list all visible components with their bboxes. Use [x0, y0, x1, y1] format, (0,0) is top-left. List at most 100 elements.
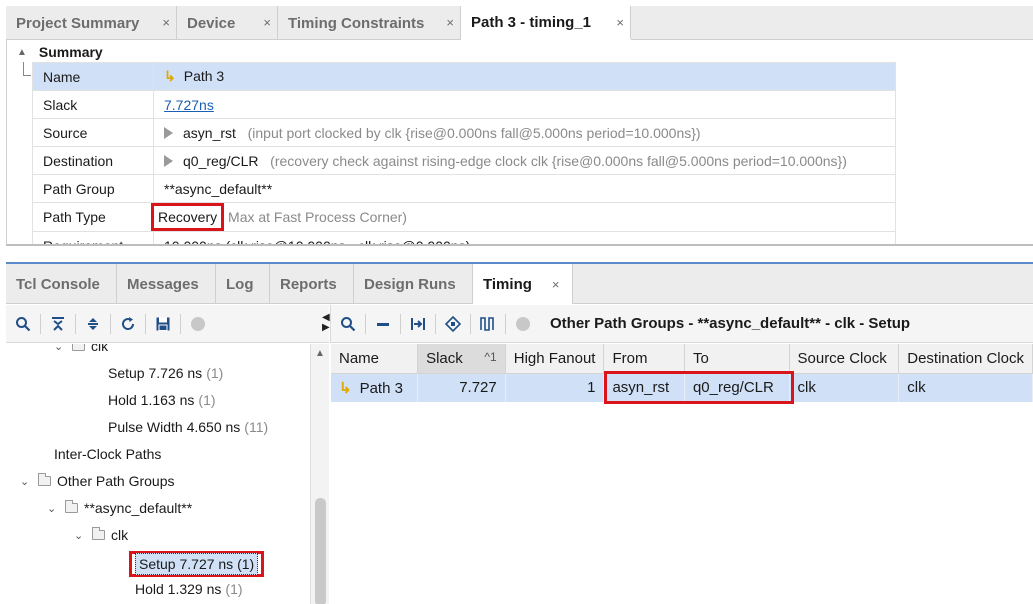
header-label: Slack	[426, 349, 463, 367]
tab-label: Timing	[483, 275, 532, 293]
results-title: Other Path Groups - **async_default** - …	[550, 315, 911, 332]
summary-row-name[interactable]: Name ↳ Path 3	[32, 62, 896, 91]
source-port[interactable]: asyn_rst	[183, 125, 236, 141]
tree-label: Hold 1.163 ns	[108, 392, 195, 408]
cell-slack: 7.727	[417, 373, 506, 402]
tab-messages[interactable]: Messages	[117, 264, 216, 304]
tab-log[interactable]: Log	[216, 264, 270, 304]
chevron-down-icon[interactable]: ⌄	[47, 502, 61, 515]
summary-value: **async_default**	[153, 174, 896, 203]
bottom-panel: Tcl Console Messages Log Reports Design …	[6, 262, 1033, 604]
tree-node-inter-clock[interactable]: Inter-Clock Paths	[54, 441, 161, 467]
tab-timing[interactable]: Timing ×	[473, 264, 573, 304]
slack-link[interactable]: 7.727ns	[164, 97, 214, 113]
tree-node-setup-selected[interactable]: Setup 7.727 ns (1)	[129, 549, 265, 579]
selection-annotation: Setup 7.727 ns (1)	[129, 551, 265, 577]
tree-node-pulse-width[interactable]: Pulse Width 4.650 ns (11)	[108, 414, 268, 440]
cell-source-clock: clk	[789, 373, 900, 402]
chevron-down-icon[interactable]: ⌄	[20, 475, 34, 488]
column-header-name[interactable]: Name	[331, 344, 419, 374]
tree-node-setup[interactable]: Setup 7.726 ns (1)	[108, 360, 223, 386]
tree-node-hold-async[interactable]: Hold 1.329 ns (1)	[135, 576, 243, 602]
tree-node-hold[interactable]: Hold 1.163 ns (1)	[108, 387, 216, 413]
stop-icon[interactable]	[506, 309, 540, 339]
column-header-high-fanout[interactable]: High Fanout	[505, 344, 605, 374]
tree-label: Pulse Width 4.650 ns	[108, 419, 241, 435]
close-icon[interactable]: ×	[162, 15, 170, 30]
path-type-value: Recovery	[158, 209, 218, 225]
summary-key: Requirement	[32, 231, 154, 244]
folder-icon	[38, 473, 51, 486]
cell-name: ↳ Path 3	[331, 373, 419, 402]
summary-value: Recovery Max at Fast Process Corner)	[151, 202, 896, 232]
column-header-from[interactable]: From	[603, 344, 685, 374]
tab-device[interactable]: Device ×	[177, 6, 278, 40]
close-icon[interactable]: ×	[446, 15, 454, 30]
scrollbar-thumb[interactable]	[315, 498, 326, 604]
schematic-icon[interactable]	[436, 309, 470, 339]
collapse-triangle-icon[interactable]: ▲	[17, 47, 27, 58]
cell-high-fanout: 1	[505, 373, 605, 402]
close-icon[interactable]: ×	[552, 277, 560, 292]
chevron-down-icon[interactable]: ⌄	[74, 529, 88, 542]
tab-path-3-timing[interactable]: Path 3 - timing_1 ×	[461, 6, 631, 40]
tab-reports[interactable]: Reports	[270, 264, 354, 304]
tree-label: clk	[111, 527, 129, 543]
tab-tcl-console[interactable]: Tcl Console	[6, 264, 117, 304]
tab-timing-constraints[interactable]: Timing Constraints ×	[278, 6, 461, 40]
tree-scrollbar[interactable]: ▲	[310, 344, 329, 604]
path-type-highlight: Recovery	[151, 203, 225, 231]
close-icon[interactable]: ×	[263, 15, 271, 30]
refresh-icon[interactable]	[111, 309, 145, 339]
minus-icon[interactable]	[366, 309, 400, 339]
column-header-slack[interactable]: Slack ^1	[417, 344, 506, 374]
cell-to: q0_reg/CLR	[684, 373, 790, 402]
summary-key: Slack	[32, 90, 154, 119]
summary-row-source: Source asyn_rst (input port clocked by c…	[32, 118, 896, 147]
tree-label: Hold 1.329 ns	[135, 581, 222, 597]
summary-value: 7.727ns	[153, 90, 896, 119]
column-header-to[interactable]: To	[684, 344, 790, 374]
tree-label: Setup 7.726 ns	[108, 365, 203, 381]
tab-design-runs[interactable]: Design Runs	[354, 264, 473, 304]
tree-label: **async_default**	[84, 500, 193, 516]
timing-tree: ⌄ clk Setup 7.726 ns (1) Hold 1.163 ns (1) …	[6, 344, 310, 604]
table-row[interactable]: ↳ Path 3 7.727 1 asyn_rst q0_reg/CLR clk …	[331, 373, 1033, 402]
panel-collapse-icon[interactable]: ◀ ▶	[322, 313, 330, 333]
waveform-icon[interactable]	[471, 309, 505, 339]
summary-row-destination: Destination q0_reg/CLR (recovery check a…	[32, 146, 896, 175]
cell-text: Path 3	[359, 379, 403, 397]
path-arrow-icon: ↳	[164, 68, 176, 84]
expand-all-icon[interactable]	[76, 309, 110, 339]
collapse-all-icon[interactable]	[41, 309, 75, 339]
cell-destination-clock: clk	[898, 373, 1033, 402]
summary-row-path-type: Path Type Recovery Max at Fast Process C…	[32, 202, 896, 232]
stop-icon[interactable]	[181, 309, 215, 339]
summary-key: Path Type	[32, 202, 154, 232]
table-header-row: Name Slack ^1 High Fanout From To Source …	[331, 344, 1033, 374]
tree-node-async-default[interactable]: ⌄ **async_default**	[47, 495, 192, 521]
tree-node-clk-async[interactable]: ⌄ clk	[74, 522, 128, 548]
tab-project-summary[interactable]: Project Summary ×	[6, 6, 177, 40]
summary-section-header[interactable]: ▲ Summary	[17, 44, 103, 60]
tab-label: Path 3 - timing_1	[471, 13, 592, 31]
folder-icon	[65, 500, 78, 513]
editor-tab-bar: Project Summary × Device × Timing Constr…	[6, 6, 1033, 40]
chevron-down-icon[interactable]: ⌄	[54, 344, 68, 353]
scroll-up-icon[interactable]: ▲	[315, 348, 325, 359]
close-icon[interactable]: ×	[616, 15, 624, 30]
save-icon[interactable]	[146, 309, 180, 339]
tree-label: Other Path Groups	[57, 473, 175, 489]
search-icon[interactable]	[331, 309, 365, 339]
search-icon[interactable]	[6, 309, 40, 339]
summary-panel: ▲ Summary Name ↳ Path 3 Slack 7.727ns Sou…	[6, 40, 1033, 246]
tree-node-clk[interactable]: ⌄ clk	[54, 344, 108, 359]
destination-pin[interactable]: q0_reg/CLR	[183, 153, 259, 169]
tab-label: Device	[187, 14, 236, 32]
column-header-source-clock[interactable]: Source Clock	[789, 344, 900, 374]
path-name: Path 3	[183, 68, 225, 84]
tree-toolbar	[6, 305, 329, 343]
tree-node-other-path-groups[interactable]: ⌄ Other Path Groups	[20, 468, 175, 494]
column-header-destination-clock[interactable]: Destination Clock	[898, 344, 1033, 374]
path-export-icon[interactable]	[401, 309, 435, 339]
